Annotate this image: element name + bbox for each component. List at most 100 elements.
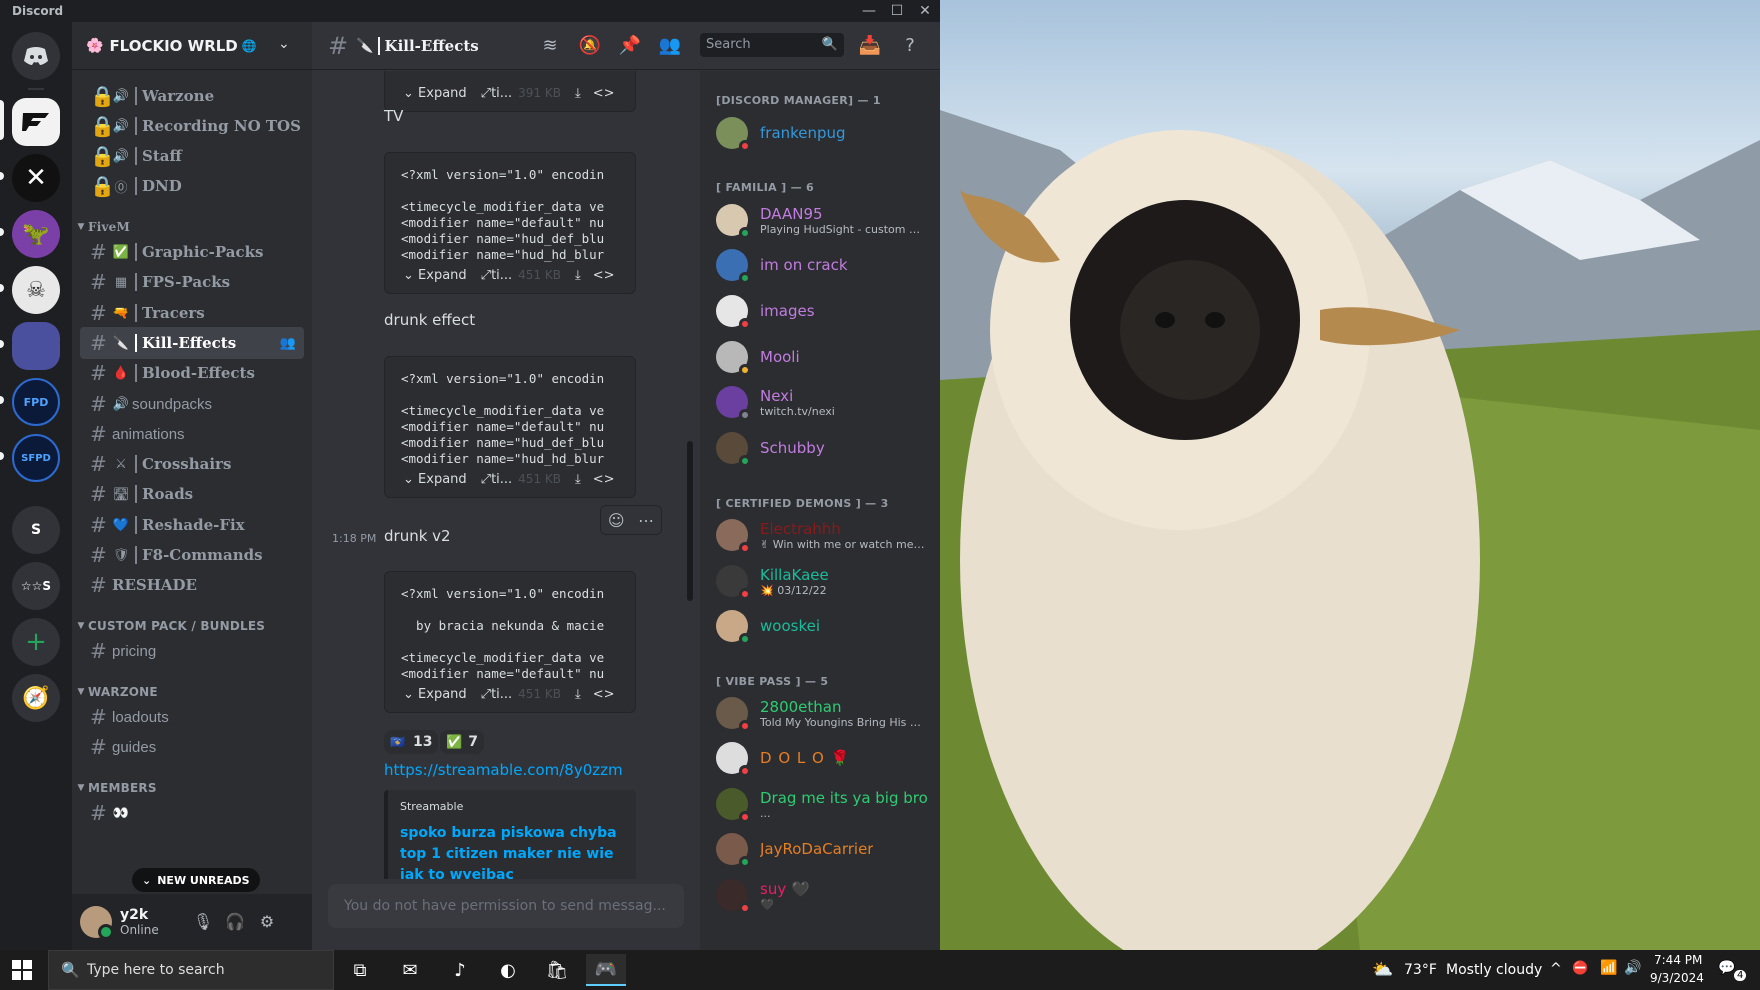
download-icon[interactable]: ⤓	[575, 687, 581, 702]
expand-button[interactable]: ⌄ Expand	[403, 687, 467, 702]
channel-pricing[interactable]: # pricing	[80, 635, 304, 667]
task-view-icon[interactable]: ⧉	[340, 954, 380, 986]
expand-button[interactable]: ⌄ Expand	[403, 472, 467, 487]
server-sfpd-icon[interactable]: SFPD	[12, 434, 60, 482]
category-warzone[interactable]: ▼ WARZONE	[74, 685, 158, 699]
active-server-icon[interactable]	[12, 98, 60, 146]
pin-icon[interactable]: 📌	[618, 34, 642, 58]
help-icon[interactable]: ?	[898, 34, 922, 58]
channel-roads[interactable]: # 🛣 Roads	[80, 478, 304, 510]
chevron-up-icon[interactable]: ^	[1550, 961, 1562, 977]
open-file-icon[interactable]: ⤢ti...	[481, 86, 513, 101]
add-reaction-icon[interactable]: ☺	[608, 511, 625, 530]
more-options-icon[interactable]: ⋯	[638, 511, 654, 530]
scrollbar-thumb[interactable]	[687, 441, 693, 601]
category-custom-pack[interactable]: ▼ CUSTOM PACK / BUNDLES	[74, 619, 265, 633]
expand-button[interactable]: ⌄ Expand	[403, 86, 467, 101]
code-view-icon[interactable]: <>	[593, 472, 615, 487]
microphone-icon[interactable]: 🎙	[192, 912, 214, 934]
category-fivem[interactable]: ▼ FiveM	[74, 220, 130, 234]
channel-soundpacks[interactable]: # 🔊 soundpacks	[80, 388, 304, 420]
server-white-icon[interactable]: ☠	[12, 266, 60, 314]
member-item[interactable]: Nexi twitch.tv/nexi	[716, 382, 931, 422]
code-view-icon[interactable]: <>	[593, 86, 615, 101]
open-file-icon[interactable]: ⤢ti...	[481, 472, 513, 487]
user-avatar[interactable]	[80, 906, 114, 940]
server-header[interactable]: 🌸 FLOCKIO WRLD 🌐 ⌄	[72, 22, 312, 70]
member-item[interactable]: suy 🖤 🖤	[716, 875, 931, 915]
member-item[interactable]: KillaKaee 💥 03/12/22	[716, 561, 931, 601]
code-view-icon[interactable]: <>	[593, 268, 615, 283]
server-fpd-icon[interactable]: FPD	[12, 378, 60, 426]
reaction-flag[interactable]: 🇽🇰 13	[384, 730, 439, 754]
server-s-icon[interactable]: S	[12, 506, 60, 554]
server-stars-icon[interactable]: ☆☆S	[12, 562, 60, 610]
member-item[interactable]: Electrahhh ✌ Win with me or watch me ...	[716, 515, 931, 555]
notification-mute-icon[interactable]: 🔕	[578, 34, 602, 58]
member-item[interactable]: DAAN95 Playing HudSight - custom cr...	[716, 200, 931, 240]
open-file-icon[interactable]: ⤢ti...	[481, 687, 513, 702]
reaction-check[interactable]: ✅ 7	[440, 730, 484, 754]
chat-scrollbar[interactable]	[686, 71, 694, 879]
open-file-icon[interactable]: ⤢ti...	[481, 268, 513, 283]
discord-taskbar-icon[interactable]: 🎮	[586, 954, 626, 986]
channel-staff-voice[interactable]: 🔒 🔊 Staff	[80, 140, 304, 172]
server-blue-icon[interactable]	[12, 322, 60, 370]
member-item[interactable]: 2800ethan Told My Youngins Bring His He..…	[716, 693, 931, 733]
expand-button[interactable]: ⌄ Expand	[403, 268, 467, 283]
search-input[interactable]: Search 🔍	[700, 33, 844, 57]
download-icon[interactable]: ⤓	[575, 86, 581, 101]
mail-icon[interactable]: ✉	[390, 954, 430, 986]
member-item[interactable]: frankenpug	[716, 113, 931, 153]
member-item[interactable]: Drag me its ya big bro...	[716, 784, 931, 824]
edge-browser-icon[interactable]: ◐	[488, 954, 528, 986]
download-icon[interactable]: ⤓	[575, 268, 581, 283]
member-item[interactable]: images	[716, 291, 931, 331]
channel-dnd-voice[interactable]: 🔒 ⓪ DND	[80, 170, 304, 202]
headphones-icon[interactable]: 🎧	[224, 912, 246, 934]
inbox-icon[interactable]: 📥	[858, 34, 882, 58]
channel-members-partial[interactable]: # 👀	[80, 797, 304, 829]
channel-reshade[interactable]: # RESHADE	[80, 569, 304, 601]
member-list-icon[interactable]: 👥	[658, 34, 682, 58]
close-icon[interactable]: ✕	[913, 1, 937, 21]
channel-tracers[interactable]: # 🔫 Tracers	[80, 297, 304, 329]
member-item[interactable]: Schubby	[716, 428, 931, 468]
add-member-icon[interactable]: 👥	[280, 336, 296, 351]
member-item[interactable]: D O L O 🌹	[716, 738, 931, 778]
chevron-down-icon[interactable]: ⌄	[278, 36, 290, 52]
channel-crosshairs[interactable]: # ⚔ Crosshairs	[80, 448, 304, 480]
weather-text[interactable]: Mostly cloudy	[1446, 962, 1542, 978]
member-item[interactable]: wooskei	[716, 606, 931, 646]
server-purple-icon[interactable]: 🦖	[12, 210, 60, 258]
category-members[interactable]: ▼ MEMBERS	[74, 781, 157, 795]
notifications-icon[interactable]: 💬	[1718, 960, 1735, 976]
clock-time[interactable]: 7:44 PM	[1654, 953, 1702, 967]
channel-loadouts[interactable]: # loadouts	[80, 701, 304, 733]
clock-date[interactable]: 9/3/2024	[1650, 971, 1704, 985]
new-unreads-button[interactable]: ⌄ NEW UNREADS	[132, 868, 260, 892]
weather-temp[interactable]: 73°F	[1404, 962, 1437, 978]
member-item[interactable]: im on crack	[716, 245, 931, 285]
taskbar-search-input[interactable]: 🔍 Type here to search	[48, 950, 334, 990]
threads-icon[interactable]: ≋	[538, 34, 562, 58]
server-x-icon[interactable]: ✕	[12, 154, 60, 202]
tray-app-icon[interactable]: ⛔	[1572, 961, 1588, 976]
channel-reshade-fix[interactable]: # 💙 Reshade-Fix	[80, 509, 304, 541]
channel-graphic-packs[interactable]: # ✅ Graphic-Packs	[80, 236, 304, 268]
store-icon[interactable]: 🛍	[537, 954, 577, 986]
download-icon[interactable]: ⤓	[575, 472, 581, 487]
channel-recording-voice[interactable]: 🔒 🔊 Recording NO TOS	[80, 110, 304, 142]
minimize-icon[interactable]: —	[857, 1, 881, 21]
code-view-icon[interactable]: <>	[593, 687, 615, 702]
add-server-icon[interactable]: +	[12, 618, 60, 666]
channel-animations[interactable]: # animations	[80, 418, 304, 450]
windows-start-icon[interactable]	[12, 960, 32, 980]
channel-warzone-voice[interactable]: 🔒 🔊 Warzone	[80, 80, 304, 112]
member-item[interactable]: JayRoDaCarrier	[716, 829, 931, 869]
volume-icon[interactable]: 🔊	[1624, 960, 1641, 976]
discord-home-icon[interactable]	[12, 32, 60, 80]
channel-f8-commands[interactable]: # 🛡 F8-Commands	[80, 539, 304, 571]
embed-title[interactable]: spoko burza piskowa chyba top 1 citizen …	[400, 823, 624, 879]
channel-kill-effects[interactable]: # 🔪 Kill-Effects 👥	[80, 327, 304, 359]
